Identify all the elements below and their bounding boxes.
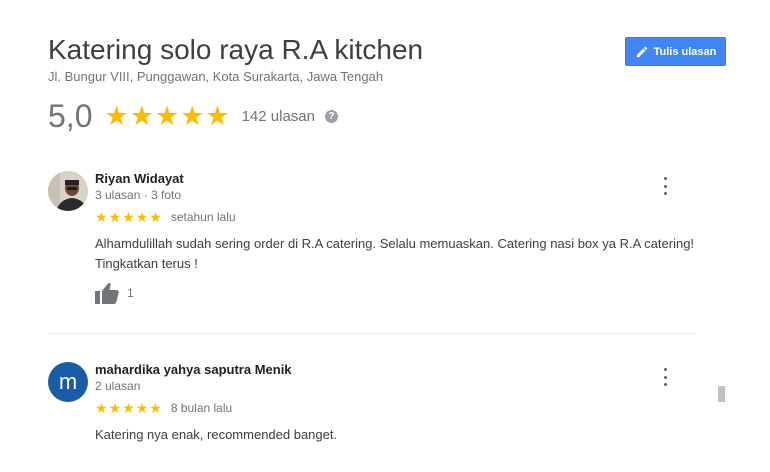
star-icon: ★ xyxy=(95,400,108,416)
star-icon: ★ xyxy=(205,101,230,131)
more-options-button[interactable] xyxy=(660,368,670,386)
place-title: Katering solo raya R.A kitchen xyxy=(48,34,424,65)
avatar[interactable] xyxy=(48,171,88,211)
star-icon: ★ xyxy=(129,101,154,131)
star-icon: ★ xyxy=(104,101,129,131)
write-review-label: Tulis ulasan xyxy=(653,45,717,58)
star-icon: ★ xyxy=(180,101,205,131)
avatar[interactable]: m xyxy=(48,362,88,402)
review-count: 142 ulasan xyxy=(241,108,315,125)
review-author[interactable]: mahardika yahya saputra Menik xyxy=(95,362,292,377)
review-text: Katering nya enak, recommended banget. xyxy=(95,427,338,442)
scrollbar-thumb[interactable] xyxy=(718,386,725,402)
star-icon: ★ xyxy=(108,400,122,416)
review-stars: ★ ★ ★ ★ ★ xyxy=(95,401,162,415)
star-icon: ★ xyxy=(135,400,149,416)
review-rating: ★ ★ ★ ★ ★ setahun lalu xyxy=(95,210,236,224)
review-divider xyxy=(48,333,696,334)
place-address: Jl. Bungur VIII, Punggawan, Kota Surakar… xyxy=(48,69,384,84)
like-count: 1 xyxy=(127,286,134,300)
star-icon: ★ xyxy=(122,400,135,416)
review-card: m mahardika yahya saputra Menik 2 ulasan… xyxy=(48,362,698,472)
review-rating: ★ ★ ★ ★ ★ 8 bulan lalu xyxy=(95,401,232,415)
pencil-icon xyxy=(636,46,647,57)
review-date: setahun lalu xyxy=(170,210,236,224)
write-review-button[interactable]: Tulis ulasan xyxy=(625,37,726,66)
star-icon: ★ xyxy=(149,400,162,416)
review-text: Alhamdulillah sudah sering order di R.A … xyxy=(95,236,695,271)
star-icon: ★ xyxy=(135,209,149,225)
review-card: Riyan Widayat 3 ulasan · 3 foto ★ ★ ★ ★ … xyxy=(48,171,698,311)
rating-stars: ★ ★ ★ ★ ★ xyxy=(104,103,229,130)
star-icon: ★ xyxy=(108,209,122,225)
review-author-meta: 2 ulasan xyxy=(95,379,141,393)
star-icon: ★ xyxy=(154,101,180,131)
avatar-photo xyxy=(48,171,88,211)
star-icon: ★ xyxy=(95,209,108,225)
review-date: 8 bulan lalu xyxy=(170,401,233,415)
thumbs-up-icon[interactable] xyxy=(95,282,119,304)
review-author-meta: 3 ulasan · 3 foto xyxy=(95,188,182,202)
star-icon: ★ xyxy=(122,209,135,225)
review-author[interactable]: Riyan Widayat xyxy=(95,171,184,186)
like-row: 1 xyxy=(95,282,134,304)
rating-value: 5,0 xyxy=(48,98,93,134)
more-options-button[interactable] xyxy=(660,177,670,195)
review-stars: ★ ★ ★ ★ ★ xyxy=(95,210,162,224)
help-icon[interactable]: ? xyxy=(324,110,338,123)
star-icon: ★ xyxy=(149,209,162,225)
rating-summary: 5,0 ★ ★ ★ ★ ★ 142 ulasan ? xyxy=(48,98,338,135)
